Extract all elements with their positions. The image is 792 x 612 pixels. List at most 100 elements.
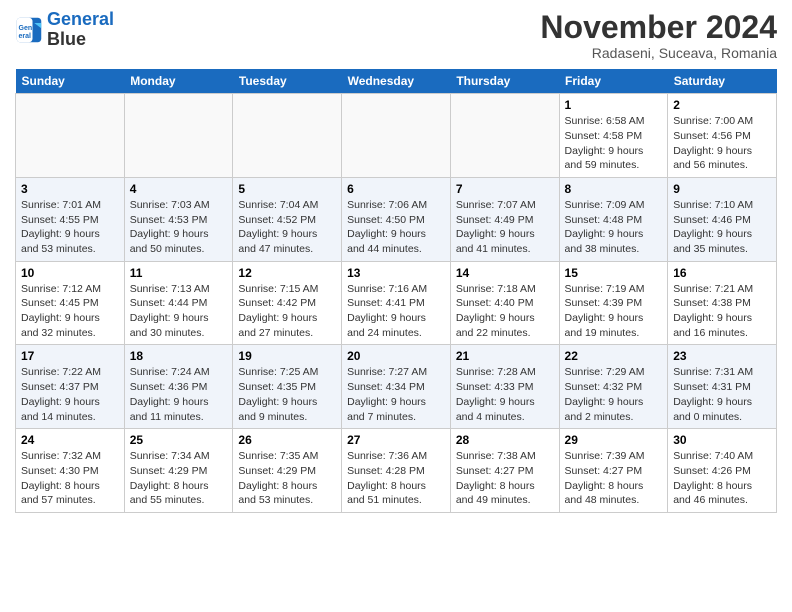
- calendar-week-2: 3Sunrise: 7:01 AM Sunset: 4:55 PM Daylig…: [16, 177, 777, 261]
- day-info: Sunrise: 7:39 AM Sunset: 4:27 PM Dayligh…: [565, 449, 663, 508]
- table-row: 26 Sunrise: 7:35 AM Sunset: 4:29 PM Dayli…: [233, 429, 342, 513]
- day-number: 13: [347, 266, 445, 280]
- col-sunday: Sunday: [16, 69, 125, 94]
- page: Gen eral GeneralBlue November 2024 Radas…: [0, 0, 792, 523]
- day-info: Sunrise: 7:38 AM Sunset: 4:27 PM Dayligh…: [456, 449, 554, 508]
- table-row: 22 Sunrise: 7:29 AM Sunset: 4:32 PM Dayli…: [559, 345, 668, 429]
- table-row: 20 Sunrise: 7:27 AM Sunset: 4:34 PM Dayli…: [342, 345, 451, 429]
- day-number: 17: [21, 349, 119, 363]
- day-info: Sunrise: 7:01 AM Sunset: 4:55 PM Dayligh…: [21, 198, 119, 257]
- table-row: 18Sunrise: 7:24 AM Sunset: 4:36 PM Dayli…: [124, 345, 233, 429]
- day-number: 2: [673, 98, 771, 112]
- col-thursday: Thursday: [450, 69, 559, 94]
- calendar-week-3: 10Sunrise: 7:12 AM Sunset: 4:45 PM Dayli…: [16, 261, 777, 345]
- day-number: 9: [673, 182, 771, 196]
- table-row: 7 Sunrise: 7:07 AM Sunset: 4:49 PM Daylig…: [450, 177, 559, 261]
- table-row: 24 Sunrise: 7:32 AM Sunset: 4:30 PM Dayli…: [16, 429, 125, 513]
- table-row: 17 Sunrise: 7:22 AM Sunset: 4:37 PM Dayli…: [16, 345, 125, 429]
- table-row: 21Sunrise: 7:28 AM Sunset: 4:33 PM Dayli…: [450, 345, 559, 429]
- day-info: Sunrise: 7:19 AM Sunset: 4:39 PM Dayligh…: [565, 282, 663, 341]
- table-row: 2 Sunrise: 7:00 AM Sunset: 4:56 PM Daylig…: [668, 94, 777, 178]
- logo-text: GeneralBlue: [47, 10, 114, 50]
- day-info: Sunrise: 7:29 AM Sunset: 4:32 PM Dayligh…: [565, 365, 663, 424]
- table-row: [342, 94, 451, 178]
- table-row: 3Sunrise: 7:01 AM Sunset: 4:55 PM Daylig…: [16, 177, 125, 261]
- day-number: 24: [21, 433, 119, 447]
- svg-text:Gen: Gen: [19, 25, 33, 32]
- table-row: 8Sunrise: 7:09 AM Sunset: 4:48 PM Daylig…: [559, 177, 668, 261]
- day-info: Sunrise: 7:36 AM Sunset: 4:28 PM Dayligh…: [347, 449, 445, 508]
- table-row: 10Sunrise: 7:12 AM Sunset: 4:45 PM Dayli…: [16, 261, 125, 345]
- calendar-header-row: Sunday Monday Tuesday Wednesday Thursday…: [16, 69, 777, 94]
- day-number: 15: [565, 266, 663, 280]
- col-saturday: Saturday: [668, 69, 777, 94]
- day-number: 16: [673, 266, 771, 280]
- table-row: [233, 94, 342, 178]
- col-tuesday: Tuesday: [233, 69, 342, 94]
- day-number: 29: [565, 433, 663, 447]
- table-row: [16, 94, 125, 178]
- table-row: 12Sunrise: 7:15 AM Sunset: 4:42 PM Dayli…: [233, 261, 342, 345]
- col-monday: Monday: [124, 69, 233, 94]
- day-number: 27: [347, 433, 445, 447]
- svg-text:eral: eral: [19, 33, 32, 40]
- day-number: 30: [673, 433, 771, 447]
- day-number: 22: [565, 349, 663, 363]
- table-row: 19Sunrise: 7:25 AM Sunset: 4:35 PM Dayli…: [233, 345, 342, 429]
- day-number: 20: [347, 349, 445, 363]
- table-row: 15 Sunrise: 7:19 AM Sunset: 4:39 PM Dayli…: [559, 261, 668, 345]
- table-row: 27 Sunrise: 7:36 AM Sunset: 4:28 PM Dayli…: [342, 429, 451, 513]
- header: Gen eral GeneralBlue November 2024 Radas…: [15, 10, 777, 61]
- calendar-week-4: 17 Sunrise: 7:22 AM Sunset: 4:37 PM Dayli…: [16, 345, 777, 429]
- col-wednesday: Wednesday: [342, 69, 451, 94]
- table-row: 9 Sunrise: 7:10 AM Sunset: 4:46 PM Daylig…: [668, 177, 777, 261]
- day-info: Sunrise: 7:27 AM Sunset: 4:34 PM Dayligh…: [347, 365, 445, 424]
- calendar-week-5: 24 Sunrise: 7:32 AM Sunset: 4:30 PM Dayli…: [16, 429, 777, 513]
- day-number: 12: [238, 266, 336, 280]
- logo: Gen eral GeneralBlue: [15, 10, 114, 50]
- table-row: [124, 94, 233, 178]
- day-info: Sunrise: 7:00 AM Sunset: 4:56 PM Dayligh…: [673, 114, 771, 173]
- calendar-week-1: 1Sunrise: 6:58 AM Sunset: 4:58 PM Daylig…: [16, 94, 777, 178]
- day-number: 19: [238, 349, 336, 363]
- day-number: 5: [238, 182, 336, 196]
- day-number: 26: [238, 433, 336, 447]
- table-row: 29 Sunrise: 7:39 AM Sunset: 4:27 PM Dayli…: [559, 429, 668, 513]
- table-row: [450, 94, 559, 178]
- day-info: Sunrise: 7:10 AM Sunset: 4:46 PM Dayligh…: [673, 198, 771, 257]
- table-row: 4Sunrise: 7:03 AM Sunset: 4:53 PM Daylig…: [124, 177, 233, 261]
- table-row: 1Sunrise: 6:58 AM Sunset: 4:58 PM Daylig…: [559, 94, 668, 178]
- day-info: Sunrise: 7:04 AM Sunset: 4:52 PM Dayligh…: [238, 198, 336, 257]
- day-number: 23: [673, 349, 771, 363]
- title-block: November 2024 Radaseni, Suceava, Romania: [540, 10, 777, 61]
- logo-icon: Gen eral: [15, 16, 43, 44]
- day-number: 1: [565, 98, 663, 112]
- table-row: 5 Sunrise: 7:04 AM Sunset: 4:52 PM Daylig…: [233, 177, 342, 261]
- day-info: Sunrise: 7:21 AM Sunset: 4:38 PM Dayligh…: [673, 282, 771, 341]
- day-number: 25: [130, 433, 228, 447]
- calendar-table: Sunday Monday Tuesday Wednesday Thursday…: [15, 69, 777, 513]
- day-info: Sunrise: 7:28 AM Sunset: 4:33 PM Dayligh…: [456, 365, 554, 424]
- day-info: Sunrise: 7:24 AM Sunset: 4:36 PM Dayligh…: [130, 365, 228, 424]
- day-number: 7: [456, 182, 554, 196]
- day-number: 8: [565, 182, 663, 196]
- table-row: 16 Sunrise: 7:21 AM Sunset: 4:38 PM Dayli…: [668, 261, 777, 345]
- day-number: 6: [347, 182, 445, 196]
- day-info: Sunrise: 7:35 AM Sunset: 4:29 PM Dayligh…: [238, 449, 336, 508]
- table-row: 13 Sunrise: 7:16 AM Sunset: 4:41 PM Dayli…: [342, 261, 451, 345]
- table-row: 30 Sunrise: 7:40 AM Sunset: 4:26 PM Dayli…: [668, 429, 777, 513]
- day-number: 4: [130, 182, 228, 196]
- day-number: 14: [456, 266, 554, 280]
- table-row: 6 Sunrise: 7:06 AM Sunset: 4:50 PM Daylig…: [342, 177, 451, 261]
- day-info: Sunrise: 7:34 AM Sunset: 4:29 PM Dayligh…: [130, 449, 228, 508]
- day-info: Sunrise: 7:32 AM Sunset: 4:30 PM Dayligh…: [21, 449, 119, 508]
- day-info: Sunrise: 7:16 AM Sunset: 4:41 PM Dayligh…: [347, 282, 445, 341]
- day-info: Sunrise: 7:12 AM Sunset: 4:45 PM Dayligh…: [21, 282, 119, 341]
- day-info: Sunrise: 7:22 AM Sunset: 4:37 PM Dayligh…: [21, 365, 119, 424]
- table-row: 23Sunrise: 7:31 AM Sunset: 4:31 PM Dayli…: [668, 345, 777, 429]
- day-info: Sunrise: 7:07 AM Sunset: 4:49 PM Dayligh…: [456, 198, 554, 257]
- table-row: 11Sunrise: 7:13 AM Sunset: 4:44 PM Dayli…: [124, 261, 233, 345]
- table-row: 28Sunrise: 7:38 AM Sunset: 4:27 PM Dayli…: [450, 429, 559, 513]
- day-info: Sunrise: 7:06 AM Sunset: 4:50 PM Dayligh…: [347, 198, 445, 257]
- day-info: Sunrise: 7:40 AM Sunset: 4:26 PM Dayligh…: [673, 449, 771, 508]
